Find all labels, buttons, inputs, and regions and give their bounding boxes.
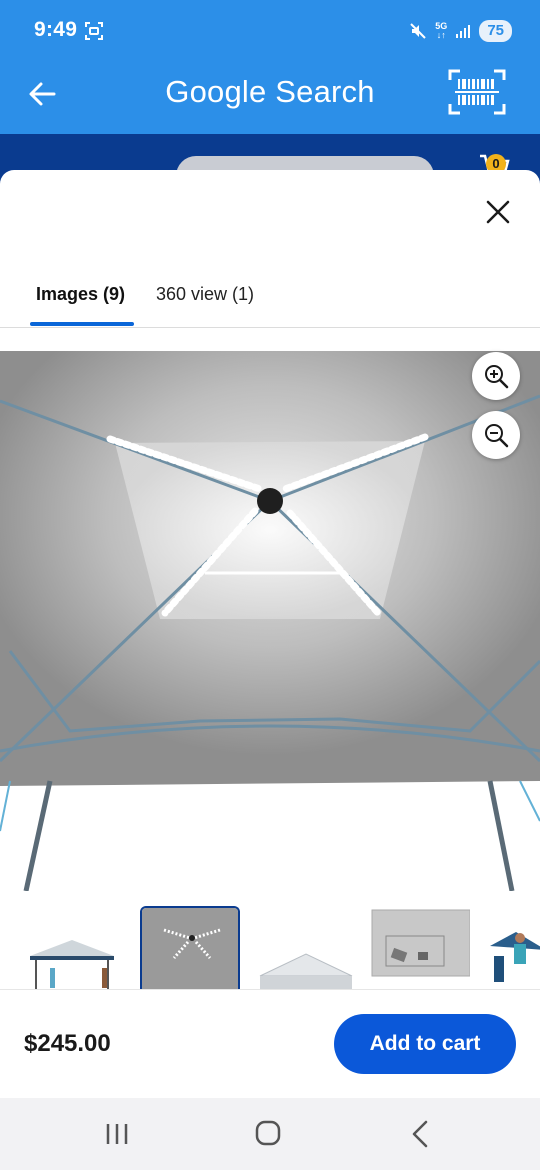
product-price: $245.00	[24, 1030, 111, 1057]
zoom-out-icon	[485, 424, 509, 448]
media-tabs: Images (9) 360 view (1)	[0, 270, 540, 328]
network-indicator: 5G ↓↑	[435, 21, 448, 40]
thumbnail-canopy-exterior[interactable]	[22, 906, 122, 989]
recent-apps-icon[interactable]	[98, 1118, 138, 1150]
product-main-image[interactable]	[0, 351, 540, 891]
thumbnail-canopy-pocket[interactable]	[370, 906, 470, 989]
image-viewer-sheet: Images (9) 360 view (1) $245.00 Add to c…	[0, 170, 540, 1098]
thumbnail-strip	[0, 902, 540, 990]
mute-icon	[410, 23, 427, 39]
thumbnail-canopy-lights-interior[interactable]	[140, 906, 240, 989]
zoom-in-button[interactable]	[472, 352, 520, 400]
system-nav-bar	[0, 1098, 540, 1170]
signal-icon	[456, 25, 471, 38]
tab-images[interactable]: Images (9)	[36, 284, 125, 305]
add-to-cart-button[interactable]: Add to cart	[334, 1014, 516, 1074]
barcode-scan-icon[interactable]	[448, 68, 506, 116]
close-icon[interactable]	[484, 198, 512, 226]
thumbnail-canopy-top[interactable]	[256, 906, 356, 989]
tab-360-view[interactable]: 360 view (1)	[156, 284, 254, 305]
thumbnail-canopy-people[interactable]	[486, 906, 540, 989]
zoom-in-icon	[485, 365, 509, 389]
battery-level: 75	[479, 20, 512, 42]
screenshot-icon	[85, 22, 103, 40]
home-icon[interactable]	[248, 1118, 288, 1150]
app-bar: Google Search	[0, 62, 540, 134]
purchase-bar: $245.00 Add to cart	[0, 990, 540, 1098]
back-icon[interactable]	[400, 1118, 440, 1150]
status-time: 9:49	[34, 18, 78, 41]
status-icons: 5G ↓↑ 75	[409, 18, 512, 44]
status-bar: 9:49 5G ↓↑ 75	[0, 0, 540, 62]
active-tab-indicator	[30, 322, 134, 326]
zoom-out-button[interactable]	[472, 411, 520, 459]
